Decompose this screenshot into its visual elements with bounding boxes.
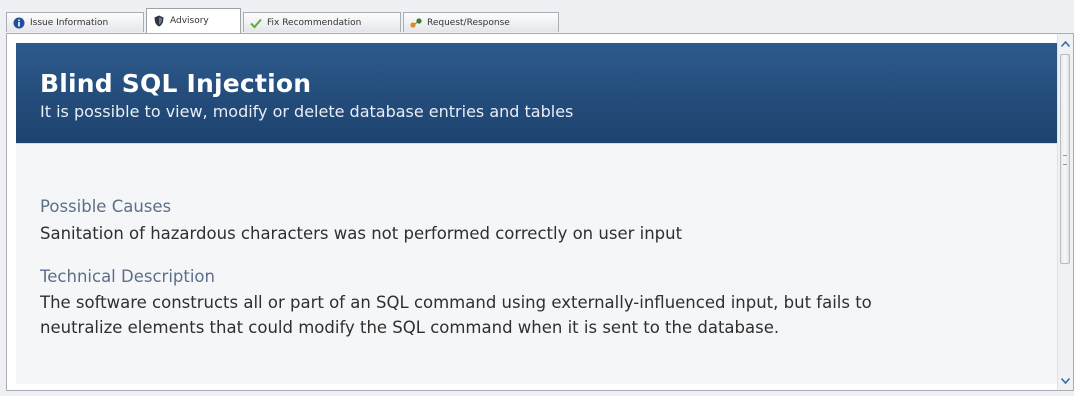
tab-fix-recommendation[interactable]: Fix Recommendation [243,12,401,32]
issue-subtitle: It is possible to view, modify or delete… [40,102,574,121]
tab-issue-information[interactable]: Issue Information [6,12,144,32]
tab-label: Advisory [170,16,209,26]
tab-request-response[interactable]: Request/Response [403,12,559,32]
grip-icon [1063,155,1067,165]
scrollbar-thumb[interactable] [1060,54,1070,264]
possible-causes-text: Sanitation of hazardous characters was n… [40,224,683,243]
advisory-banner: Blind SQL Injection It is possible to vi… [16,43,1064,143]
info-icon [13,17,25,29]
tab-label: Issue Information [30,17,109,28]
possible-causes-heading: Possible Causes [40,197,172,216]
tab-advisory[interactable]: Advisory [146,8,241,33]
tab-label: Request/Response [427,17,510,28]
shield-icon [153,15,165,27]
technical-description-line-2: neutralize elements that could modify th… [40,318,780,337]
issue-title: Blind SQL Injection [40,69,312,98]
tab-strip: Issue Information Advisory Fix Recommend… [6,8,1066,34]
tab-label: Fix Recommendation [267,17,362,28]
request-response-icon [410,17,422,29]
advisory-panel: Blind SQL Injection It is possible to vi… [6,33,1074,391]
advisory-content: Possible Causes Sanitation of hazardous … [16,143,1064,384]
technical-description-heading: Technical Description [40,267,215,286]
technical-description-line-1: The software constructs all or part of a… [40,293,872,312]
scroll-up-icon[interactable] [1059,37,1072,50]
checkmark-icon [250,17,262,29]
scroll-down-icon[interactable] [1059,374,1072,387]
vertical-scrollbar[interactable] [1057,34,1073,390]
